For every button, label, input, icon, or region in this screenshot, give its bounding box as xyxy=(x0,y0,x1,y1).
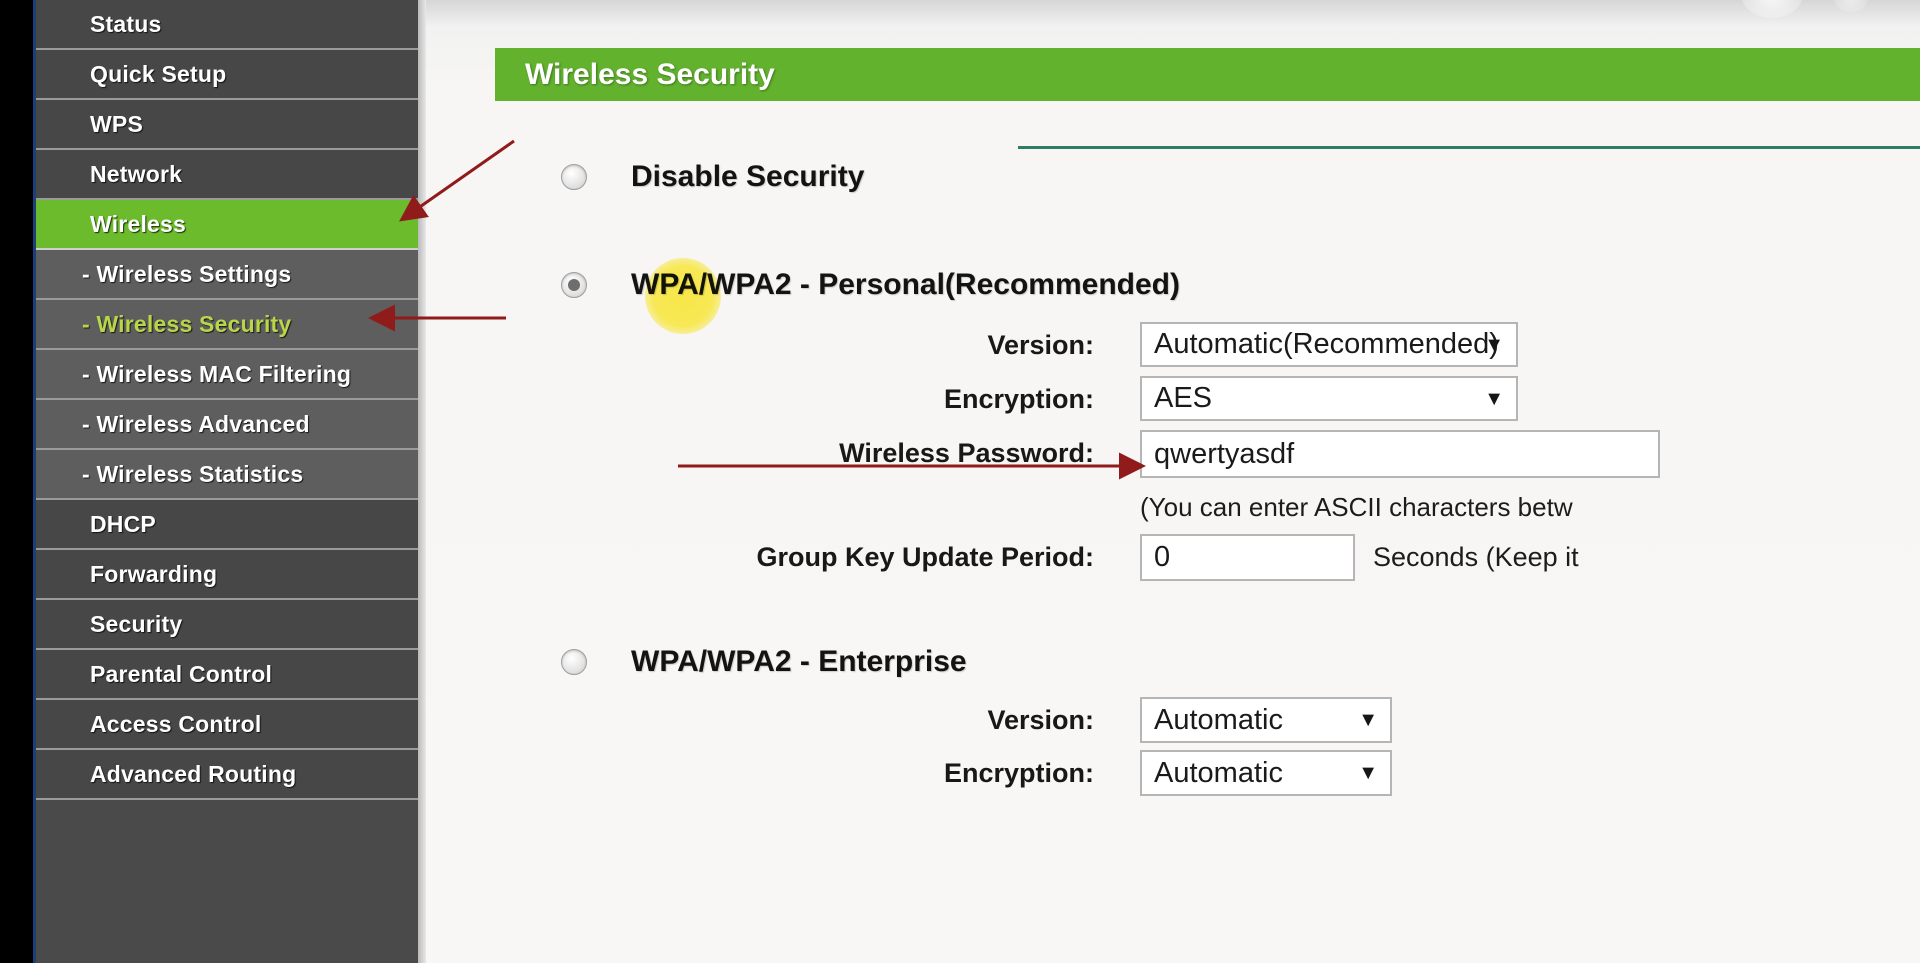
sidebar-item-label: Advanced Routing xyxy=(90,760,297,787)
input-group-key-period[interactable]: 0 xyxy=(1140,534,1355,581)
label-disable-security: Disable Security xyxy=(631,160,865,193)
sidebar-item-wireless-statistics[interactable]: - Wireless Statistics xyxy=(36,450,418,500)
label-wireless-password: Wireless Password: xyxy=(839,438,1094,468)
sidebar-item-label: Parental Control xyxy=(90,660,273,687)
label-group-key-period: Group Key Update Period: xyxy=(756,542,1094,572)
sidebar-item-network[interactable]: Network xyxy=(36,150,418,200)
value-personal-version: Automatic(Recommended) xyxy=(1154,328,1499,360)
sidebar-item-wps[interactable]: WPS xyxy=(36,100,418,150)
select-personal-encryption[interactable]: AES ▼ xyxy=(1140,376,1518,421)
screen: Status Quick Setup WPS Network Wireless - Wir… xyxy=(0,0,1920,963)
sidebar-item-wireless-advanced[interactable]: - Wireless Advanced xyxy=(36,400,418,450)
page-title: Wireless Security xyxy=(525,57,775,91)
sidebar-item-label: Wireless xyxy=(90,210,187,237)
sidebar-item-label: - Wireless Settings xyxy=(82,260,292,287)
sidebar-item-wireless-security[interactable]: - Wireless Security xyxy=(36,300,418,350)
cursor-highlight-circle xyxy=(645,258,721,334)
content-left-edge xyxy=(418,0,426,963)
label-enterprise-version: Version: xyxy=(987,705,1094,735)
sidebar-item-label: WPS xyxy=(90,110,143,137)
option-wpa-enterprise[interactable]: WPA/WPA2 - Enterprise xyxy=(561,645,967,679)
label-personal-version: Version: xyxy=(987,330,1094,360)
chevron-down-icon: ▼ xyxy=(1484,387,1504,410)
label-enterprise-encryption: Encryption: xyxy=(943,758,1094,788)
label-wpa-enterprise: WPA/WPA2 - Enterprise xyxy=(631,645,967,678)
sidebar-item-label: - Wireless Security xyxy=(82,310,292,337)
select-enterprise-encryption[interactable]: Automatic ▼ xyxy=(1140,750,1392,796)
sidebar-item-label: Forwarding xyxy=(90,560,218,587)
sidebar-item-label: Status xyxy=(90,10,162,37)
sidebar-item-access-control[interactable]: Access Control xyxy=(36,700,418,750)
sidebar-item-label: Security xyxy=(90,610,183,637)
value-enterprise-encryption: Automatic xyxy=(1154,756,1283,789)
sidebar-item-status[interactable]: Status xyxy=(36,0,418,50)
sidebar-item-label: Access Control xyxy=(90,710,262,737)
value-personal-encryption: AES xyxy=(1154,382,1213,414)
sidebar-item-label: - Wireless MAC Filtering xyxy=(82,360,352,387)
sidebar-item-label: - Wireless Statistics xyxy=(82,460,304,487)
value-group-key-period: 0 xyxy=(1154,541,1171,573)
sidebar-item-parental-control[interactable]: Parental Control xyxy=(36,650,418,700)
chevron-down-icon: ▼ xyxy=(1358,709,1378,731)
main-content: Wireless Security Disable Security WPA/W… xyxy=(418,0,1920,963)
sidebar-item-label: Quick Setup xyxy=(90,60,227,87)
sidebar-item-label: Network xyxy=(90,160,183,187)
value-enterprise-version: Automatic xyxy=(1154,703,1283,736)
sidebar-item-wireless-mac-filtering[interactable]: - Wireless MAC Filtering xyxy=(36,350,418,400)
sidebar-nav: Status Quick Setup WPS Network Wireless - Wir… xyxy=(36,0,418,963)
input-wireless-password[interactable]: qwertyasdf xyxy=(1140,430,1660,478)
suffix-group-key-seconds: Seconds (Keep it xyxy=(1373,542,1579,572)
sidebar-item-dhcp[interactable]: DHCP xyxy=(36,500,418,550)
sidebar-item-wireless[interactable]: Wireless xyxy=(36,200,418,250)
section-divider xyxy=(1018,146,1920,149)
select-personal-version[interactable]: Automatic(Recommended) ▼ xyxy=(1140,322,1518,367)
sidebar-item-forwarding[interactable]: Forwarding xyxy=(36,550,418,600)
screen-glare-highlight-small xyxy=(1834,0,1868,12)
radio-wpa-personal[interactable] xyxy=(561,272,587,298)
radio-wpa-enterprise[interactable] xyxy=(561,649,587,675)
sidebar-item-advanced-routing[interactable]: Advanced Routing xyxy=(36,750,418,800)
label-personal-encryption: Encryption: xyxy=(943,384,1094,414)
option-disable-security[interactable]: Disable Security xyxy=(561,160,864,194)
chevron-down-icon: ▼ xyxy=(1484,333,1504,356)
sidebar-item-wireless-settings[interactable]: - Wireless Settings xyxy=(36,250,418,300)
hint-password-ascii: (You can enter ASCII characters betw xyxy=(1140,492,1573,522)
radio-disable-security[interactable] xyxy=(561,164,587,190)
value-wireless-password: qwertyasdf xyxy=(1154,437,1295,470)
sidebar-item-label: DHCP xyxy=(90,510,156,537)
select-enterprise-version[interactable]: Automatic ▼ xyxy=(1140,697,1392,743)
page-title-banner: Wireless Security xyxy=(495,48,1920,101)
sidebar-item-label: - Wireless Advanced xyxy=(82,410,310,437)
sidebar-item-quick-setup[interactable]: Quick Setup xyxy=(36,50,418,100)
screen-glare-highlight xyxy=(1742,0,1802,18)
sidebar-item-security[interactable]: Security xyxy=(36,600,418,650)
left-bezel xyxy=(0,0,33,963)
chevron-down-icon: ▼ xyxy=(1358,762,1378,784)
